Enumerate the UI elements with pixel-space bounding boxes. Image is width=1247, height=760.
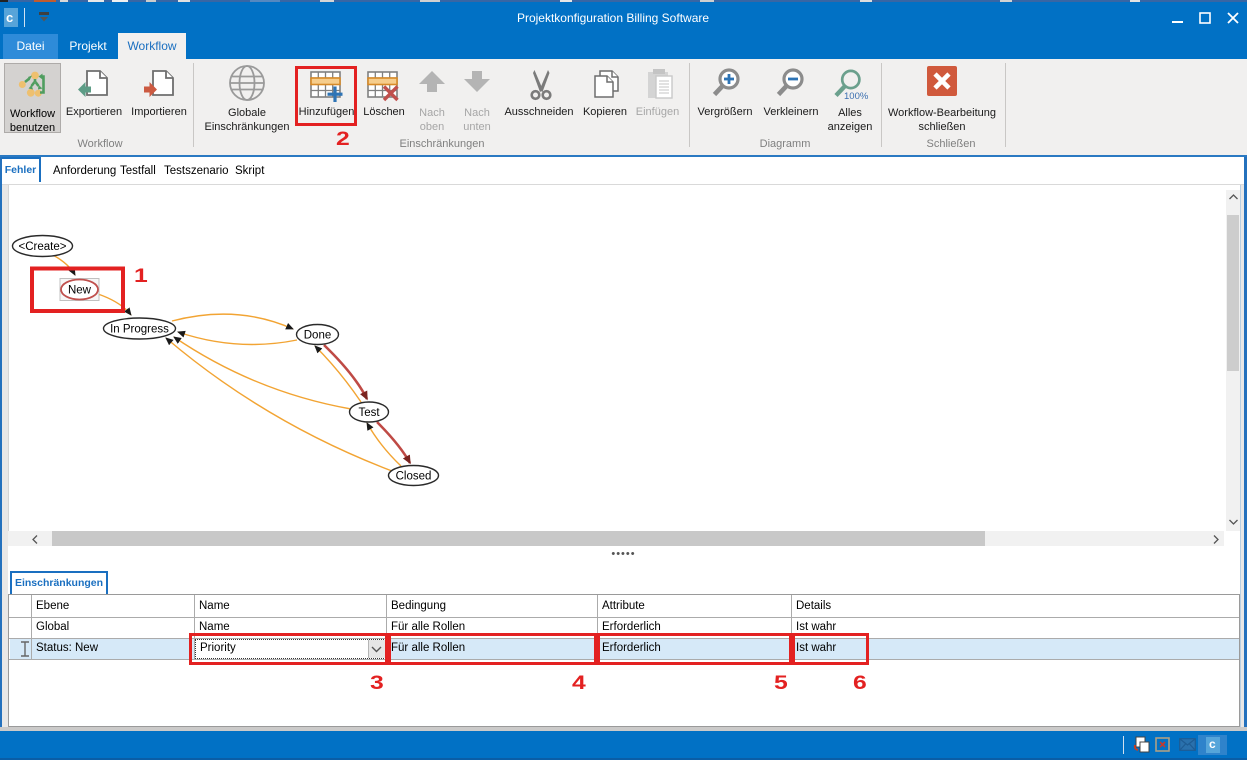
svg-text:Done: Done bbox=[304, 330, 332, 342]
svg-text:Test: Test bbox=[358, 407, 380, 419]
svg-text:In Progress: In Progress bbox=[110, 324, 169, 336]
svg-text:New: New bbox=[68, 285, 92, 297]
svg-text:<Create>: <Create> bbox=[19, 241, 67, 253]
svg-text:100%: 100% bbox=[844, 91, 869, 102]
svg-text:Closed: Closed bbox=[396, 471, 432, 483]
